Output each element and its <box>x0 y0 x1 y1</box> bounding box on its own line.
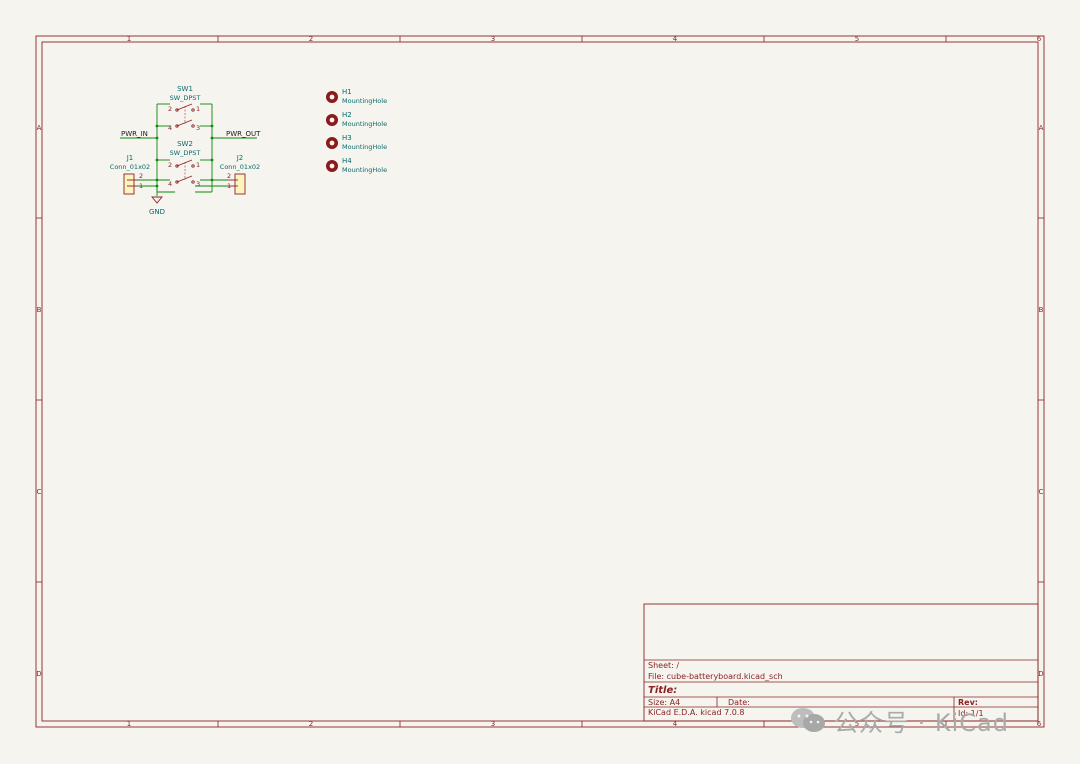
j2-pin-2: 2 <box>227 172 231 180</box>
h3-value: MountingHole <box>342 143 387 151</box>
sw2-symbol: 2 1 4 3 <box>168 159 200 188</box>
h4-reference: H4 <box>342 157 352 165</box>
power-switch-circuit: SW1 SW_DPST 2 1 4 3 PWR_IN PWR_OUT SW2 S… <box>110 85 261 216</box>
schematic-sheet: 1 2 3 4 5 6 1 2 3 4 5 6 A B C D A B C D … <box>35 35 1045 728</box>
h2-value: MountingHole <box>342 120 387 128</box>
file-name: File: cube-batteryboard.kicad_sch <box>648 672 783 681</box>
sw2-pin-4: 4 <box>168 180 172 188</box>
col-label-top-5: 5 <box>855 35 859 43</box>
sw1-value: SW_DPST <box>170 94 201 102</box>
j1-reference: J1 <box>126 154 134 162</box>
pwr-out-label: PWR_OUT <box>226 130 261 138</box>
sw1-pin-1: 1 <box>196 105 200 113</box>
col-label-top-3: 3 <box>491 35 495 43</box>
sw2-value: SW_DPST <box>170 149 201 157</box>
row-label-left-d: D <box>36 670 41 678</box>
row-label-left-b: B <box>37 306 42 314</box>
sw2-pin-2: 2 <box>168 161 172 169</box>
mounting-hole-h2-icon: H2 MountingHole <box>326 111 387 128</box>
sw2-reference: SW2 <box>177 140 193 148</box>
h3-reference: H3 <box>342 134 352 142</box>
j2-pin-1: 1 <box>227 182 231 190</box>
h1-value: MountingHole <box>342 97 387 105</box>
pwr-in-label: PWR_IN <box>121 130 148 138</box>
col-label-top-6: 6 <box>1037 35 1042 43</box>
title-field: Title: <box>648 685 677 696</box>
row-label-left-a: A <box>37 124 42 132</box>
sw2-pin-1: 1 <box>196 161 200 169</box>
sw1-pin-3: 3 <box>196 124 200 132</box>
j1-symbol: 2 1 <box>123 172 143 195</box>
h4-value: MountingHole <box>342 166 387 174</box>
col-label-top-1: 1 <box>127 35 131 43</box>
sw1-pin-4: 4 <box>168 124 172 132</box>
j1-value: Conn_01x02 <box>110 163 150 171</box>
mounting-holes: H1 MountingHole H2 MountingHole H3 Mount… <box>326 88 387 174</box>
h2-reference: H2 <box>342 111 352 119</box>
j2-reference: J2 <box>236 154 244 162</box>
sw1-symbol: 2 1 4 3 <box>168 103 200 132</box>
date-field: Date: <box>728 698 750 707</box>
gnd-label: GND <box>149 208 165 216</box>
row-label-right-c: C <box>1039 488 1044 496</box>
gnd-symbol: GND <box>149 196 165 216</box>
sheet-name: Sheet: / <box>648 661 679 670</box>
sw1-reference: SW1 <box>177 85 193 93</box>
row-label-right-b: B <box>1039 306 1044 314</box>
col-label-bottom-1: 1 <box>127 720 131 728</box>
mounting-hole-h3-icon: H3 MountingHole <box>326 134 387 151</box>
tool-version: KiCad E.D.A. kicad 7.0.8 <box>648 708 744 717</box>
row-labels: A B C D A B C D <box>36 124 1043 678</box>
j2-value: Conn_01x02 <box>220 163 260 171</box>
column-labels: 1 2 3 4 5 6 1 2 3 4 5 6 <box>127 35 1042 728</box>
wechat-icon <box>791 708 825 732</box>
j1-pin-1: 1 <box>139 182 143 190</box>
sw2-pin-3: 3 <box>196 180 200 188</box>
j1-pin-2: 2 <box>139 172 143 180</box>
col-label-top-4: 4 <box>673 35 678 43</box>
col-label-bottom-2: 2 <box>309 720 313 728</box>
mounting-hole-h1-icon: H1 MountingHole <box>326 88 387 105</box>
col-label-top-2: 2 <box>309 35 313 43</box>
mounting-hole-h4-icon: H4 MountingHole <box>326 157 387 174</box>
watermark: 公众号 · KiCad <box>788 700 1009 740</box>
row-ticks <box>36 217 1044 583</box>
h1-reference: H1 <box>342 88 352 96</box>
j2-symbol: 2 1 <box>227 172 246 195</box>
col-label-bottom-3: 3 <box>491 720 495 728</box>
row-label-left-c: C <box>37 488 42 496</box>
paper-size: Size: A4 <box>648 698 680 707</box>
row-label-right-d: D <box>1038 670 1043 678</box>
row-label-right-a: A <box>1039 124 1044 132</box>
sw1-pin-2: 2 <box>168 105 172 113</box>
watermark-text: 公众号 · KiCad <box>834 708 1009 737</box>
